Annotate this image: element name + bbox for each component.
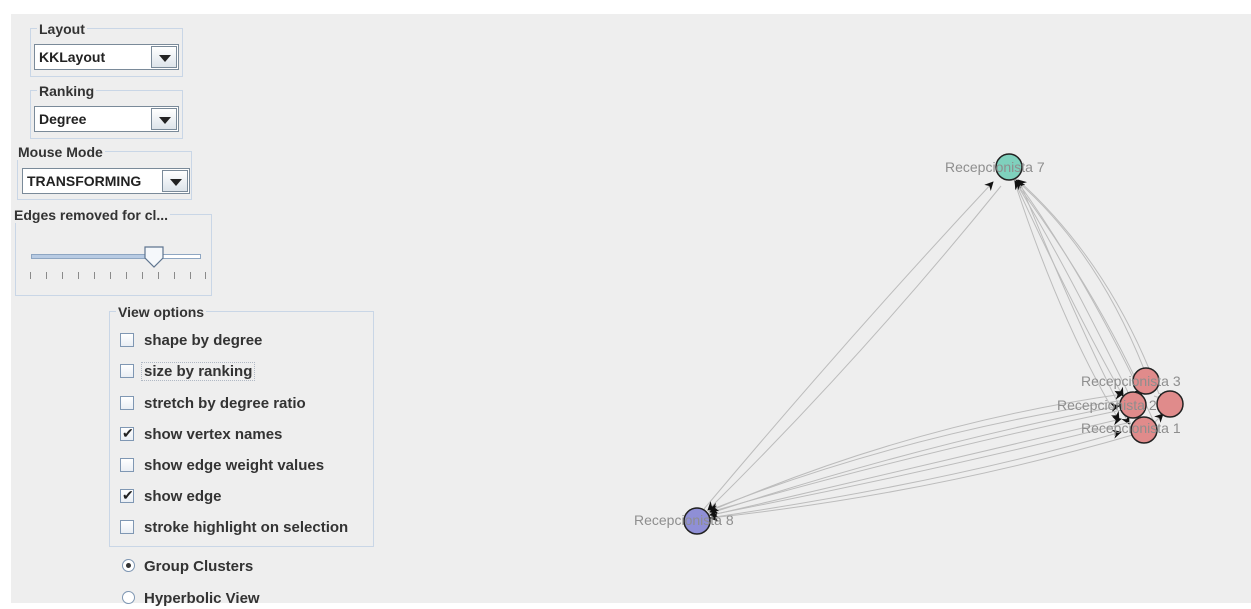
vertex-label: Recepcionista 8 <box>634 512 734 528</box>
graph-edge[interactable] <box>707 416 1122 517</box>
graph-edge[interactable] <box>707 403 1120 515</box>
vertex-recepcionista-2[interactable] <box>1156 390 1184 418</box>
graph-vertices <box>683 153 1184 535</box>
graph-edge[interactable] <box>709 433 1137 522</box>
vertex-label: Recepcionista 2 <box>1057 397 1157 413</box>
graph-edge[interactable] <box>703 181 994 510</box>
graph-edge[interactable] <box>1013 179 1124 397</box>
app-frame: Layout KKLayout Ranking Degree Mouse Mod… <box>11 14 1251 607</box>
graph-edge[interactable] <box>709 408 1127 515</box>
graph-canvas[interactable]: Recepcionista 7 Recepcionista 3 Recepcio… <box>11 14 1251 603</box>
vertex-label: Recepcionista 7 <box>945 159 1045 175</box>
vertex-label: Recepcionista 1 <box>1081 420 1181 436</box>
vertex-label: Recepcionista 3 <box>1081 373 1181 389</box>
graph-edge[interactable] <box>707 185 1002 511</box>
graph-edges <box>703 179 1167 522</box>
graph-edge[interactable] <box>707 429 1122 519</box>
graph-labels: Recepcionista 7 Recepcionista 3 Recepcio… <box>634 159 1181 528</box>
